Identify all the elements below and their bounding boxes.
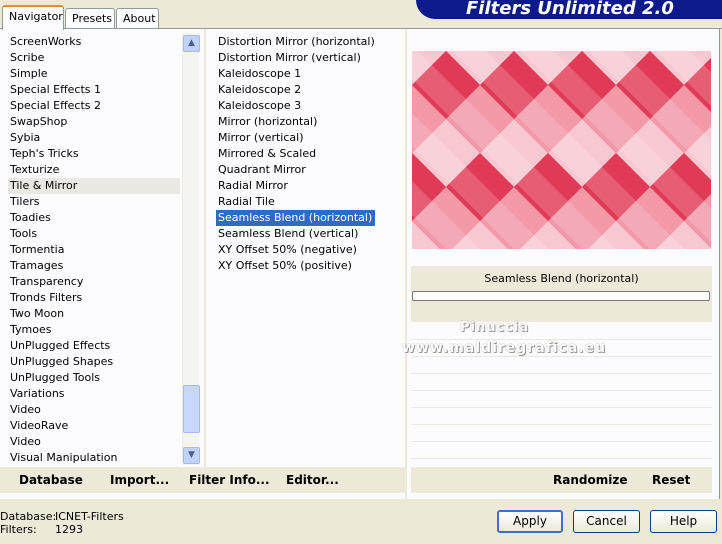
filter-item[interactable]: XY Offset 50% (negative) — [216, 242, 360, 258]
category-item[interactable]: UnPlugged Shapes — [8, 354, 180, 370]
parameter-row — [411, 357, 712, 374]
filter-item[interactable]: XY Offset 50% (positive) — [216, 258, 355, 274]
category-item[interactable]: Video — [8, 402, 180, 418]
panel-divider — [405, 29, 407, 499]
category-item[interactable]: Tools — [8, 226, 180, 242]
filter-item[interactable]: Seamless Blend (horizontal) — [216, 210, 376, 226]
database-button[interactable]: Database — [19, 473, 83, 487]
parameter-row — [411, 323, 712, 340]
category-item[interactable]: Special Effects 2 — [8, 98, 180, 114]
category-item[interactable]: UnPlugged Effects — [8, 338, 180, 354]
left-bottom-bar: Database Import... Filter Info... Editor… — [0, 467, 405, 493]
scroll-thumb[interactable] — [183, 385, 200, 433]
category-item[interactable]: Tronds Filters — [8, 290, 180, 306]
database-info: Database: ICNET-Filters Filters: 1293 — [0, 510, 124, 536]
help-button[interactable]: Help — [650, 510, 717, 533]
database-value: ICNET-Filters — [55, 510, 124, 523]
filters-label: Filters: — [0, 523, 37, 536]
category-list[interactable]: ScreenWorks Scribe Simple Special Effects 1… — [8, 34, 180, 466]
import-button[interactable]: Import... — [110, 473, 169, 487]
category-item[interactable]: Tormentia — [8, 242, 180, 258]
database-label: Database: — [0, 510, 57, 523]
category-item[interactable]: SwapShop — [8, 114, 180, 130]
filter-item[interactable]: Seamless Blend (vertical) — [216, 226, 361, 242]
parameter-row — [411, 442, 712, 459]
category-item[interactable]: Scribe — [8, 50, 180, 66]
category-item[interactable]: Tile & Mirror — [8, 178, 180, 194]
scroll-down-icon[interactable]: ▼ — [183, 447, 200, 464]
tab-about[interactable]: About — [116, 8, 159, 29]
tab-presets[interactable]: Presets — [65, 8, 115, 29]
filter-item[interactable]: Radial Mirror — [216, 178, 291, 194]
filter-item[interactable]: Kaleidoscope 1 — [216, 66, 304, 82]
category-item[interactable]: Toadies — [8, 210, 180, 226]
category-item[interactable]: Special Effects 1 — [8, 82, 180, 98]
category-scrollbar[interactable]: ▲ ▼ — [182, 33, 200, 465]
apply-button[interactable]: Apply — [497, 510, 563, 533]
tab-strip: Navigator Presets About Filters Unlimite… — [0, 0, 722, 30]
watermark-url: www.maldiregrafica.eu — [402, 340, 607, 356]
filter-item[interactable]: Quadrant Mirror — [216, 162, 309, 178]
category-item[interactable]: Tramages — [8, 258, 180, 274]
parameter-row — [411, 374, 712, 391]
list-divider — [204, 29, 206, 467]
scroll-up-icon[interactable]: ▲ — [183, 35, 200, 52]
filter-list[interactable]: Distortion Mirror (horizontal) Distortion… — [216, 34, 404, 274]
right-bottom-bar: Randomize Reset — [411, 467, 712, 493]
brand-title: Filters Unlimited 2.0 — [416, 0, 722, 19]
progress-bar — [412, 291, 710, 301]
category-item[interactable]: UnPlugged Tools — [8, 370, 180, 386]
tab-navigator[interactable]: Navigator — [2, 5, 64, 30]
filters-value: 1293 — [55, 523, 83, 536]
filter-item[interactable]: Kaleidoscope 3 — [216, 98, 304, 114]
preview-image — [412, 51, 711, 249]
category-item[interactable]: Variations — [8, 386, 180, 402]
filter-info-area: Seamless Blend (horizontal) — [411, 266, 712, 322]
parameter-row — [411, 425, 712, 442]
watermark-author: Pinuccia — [460, 320, 530, 335]
category-item[interactable]: ScreenWorks — [8, 34, 180, 50]
category-item[interactable]: Transparency — [8, 274, 180, 290]
category-item[interactable]: Teph's Tricks — [8, 146, 180, 162]
preview-pattern — [412, 51, 711, 249]
cancel-button[interactable]: Cancel — [573, 510, 640, 533]
category-item[interactable]: Sybia — [8, 130, 180, 146]
category-item[interactable]: Video — [8, 434, 180, 450]
filter-item[interactable]: Mirror (horizontal) — [216, 114, 320, 130]
filter-info-button[interactable]: Filter Info... — [189, 473, 270, 487]
category-item[interactable]: Simple — [8, 66, 180, 82]
filter-item[interactable]: Mirrored & Scaled — [216, 146, 319, 162]
filter-item[interactable]: Kaleidoscope 2 — [216, 82, 304, 98]
category-item[interactable]: Tymoes — [8, 322, 180, 338]
category-item[interactable]: Visual Manipulation — [8, 450, 180, 466]
category-item[interactable]: Texturize — [8, 162, 180, 178]
navigator-panel: ScreenWorks Scribe Simple Special Effects 1… — [0, 29, 720, 499]
parameter-row — [411, 408, 712, 425]
parameter-row — [411, 391, 712, 408]
category-item[interactable]: Two Moon — [8, 306, 180, 322]
filter-item[interactable]: Distortion Mirror (horizontal) — [216, 34, 378, 50]
category-item[interactable]: Tilers — [8, 194, 180, 210]
filter-item[interactable]: Mirror (vertical) — [216, 130, 307, 146]
editor-button[interactable]: Editor... — [286, 473, 339, 487]
filter-item[interactable]: Distortion Mirror (vertical) — [216, 50, 364, 66]
reset-button[interactable]: Reset — [652, 473, 690, 487]
preview-filter-name: Seamless Blend (horizontal) — [484, 272, 639, 285]
category-item[interactable]: VideoRave — [8, 418, 180, 434]
filter-item[interactable]: Radial Tile — [216, 194, 278, 210]
randomize-button[interactable]: Randomize — [553, 473, 627, 487]
